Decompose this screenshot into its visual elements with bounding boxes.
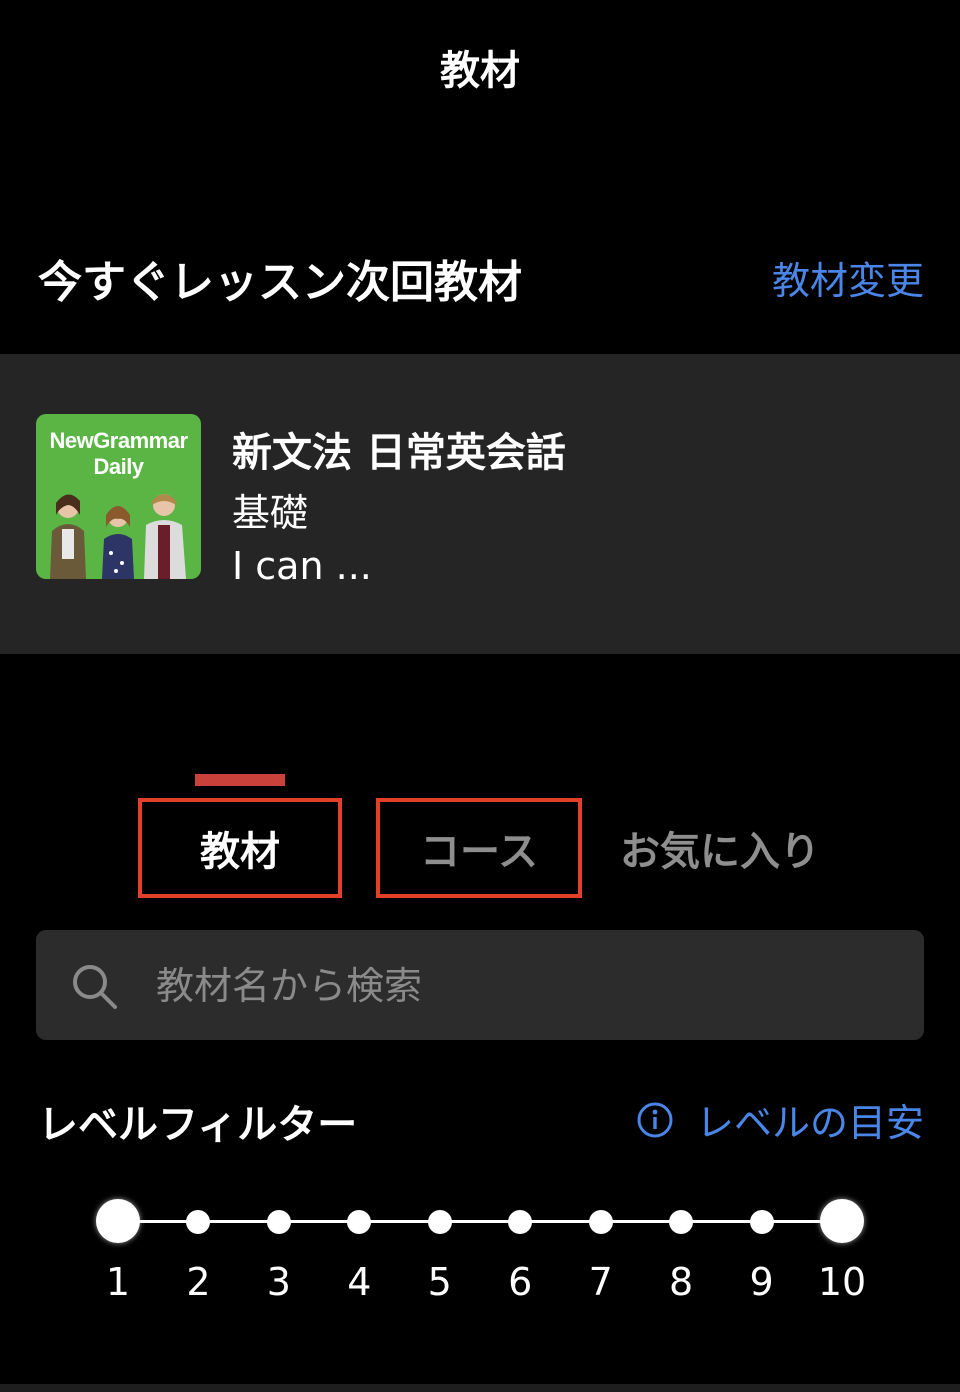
search-box[interactable] — [36, 930, 924, 1042]
level-label-4: 4 — [347, 1260, 372, 1304]
level-label-1: 1 — [105, 1260, 131, 1304]
search-input[interactable] — [154, 930, 898, 1042]
level-filter-title: レベルフィルター — [38, 1102, 358, 1148]
slider-track — [118, 1220, 842, 1223]
next-material-header: 今すぐレッスン次回教材 教材変更 — [38, 246, 924, 308]
tab-courses[interactable]: コース — [376, 798, 582, 898]
next-material-card[interactable]: NewGrammar Daily 新文法 日常英会話 基礎 I can ... — [0, 354, 960, 654]
material-tabs: 教材 コース お気に入り — [0, 770, 960, 910]
level-filter-header: レベルフィルター レベルの目安 — [38, 1092, 924, 1148]
level-dot-5[interactable] — [427, 1210, 452, 1234]
material-level: 基礎 — [232, 491, 309, 535]
material-title: 新文法 日常英会話 — [232, 430, 566, 476]
slider-handle-10[interactable] — [820, 1199, 864, 1243]
material-description: I can ... — [232, 544, 372, 588]
level-dot-2[interactable] — [186, 1210, 211, 1234]
change-material-link[interactable]: 教材変更 — [772, 250, 924, 305]
tab-favorites[interactable]: お気に入り — [600, 798, 840, 898]
search-icon — [73, 965, 117, 1009]
level-label-8: 8 — [669, 1260, 694, 1304]
level-guide-label: レベルの目安 — [695, 1101, 924, 1145]
level-dot-8[interactable] — [669, 1210, 694, 1234]
level-dot-4[interactable] — [347, 1210, 372, 1234]
next-material-section-title: 今すぐレッスン次回教材 — [38, 257, 522, 308]
material-thumbnail: NewGrammar Daily — [36, 414, 201, 579]
level-label-5: 5 — [427, 1260, 452, 1304]
slider-handle-1[interactable] — [96, 1199, 140, 1243]
thumbnail-line1: NewGrammar — [49, 428, 188, 453]
level-dot-9[interactable] — [749, 1210, 774, 1234]
level-label-2: 2 — [186, 1260, 211, 1304]
info-icon — [637, 1102, 673, 1137]
people-illustration — [50, 494, 186, 579]
level-label-6: 6 — [508, 1260, 533, 1304]
bottom-divider — [0, 1384, 960, 1392]
tab-materials[interactable]: 教材 — [138, 798, 342, 898]
level-label-10: 10 — [817, 1260, 867, 1304]
level-dot-3[interactable] — [266, 1210, 291, 1234]
level-label-3: 3 — [266, 1260, 291, 1304]
tab-selected-indicator — [195, 774, 285, 786]
level-dot-7[interactable] — [588, 1210, 613, 1234]
level-label-7: 7 — [588, 1260, 613, 1304]
page-title: 教材 — [440, 48, 520, 94]
level-label-9: 9 — [749, 1260, 774, 1304]
level-range-slider[interactable]: 1 2 3 4 5 6 7 8 9 10 — [0, 1190, 960, 1310]
level-dot-6[interactable] — [508, 1210, 533, 1234]
level-guide-link[interactable]: レベルの目安 — [636, 1092, 924, 1147]
